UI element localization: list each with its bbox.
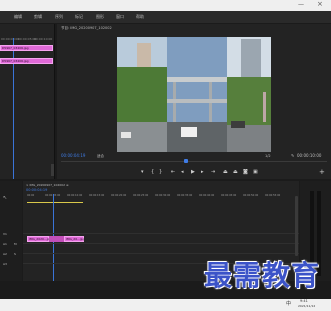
menu-item-graphics[interactable]: 图形 — [96, 15, 104, 19]
program-playhead-marker[interactable] — [184, 159, 188, 163]
add-button-icon[interactable]: + — [319, 169, 325, 176]
ruler-label: 00:00:20:00 — [111, 194, 127, 197]
track-label-a3: A3 — [3, 262, 7, 266]
project-panel: 00:00:00:00 00:00:05:00 00:00:10:00 D596… — [0, 24, 55, 179]
close-icon[interactable]: × — [317, 1, 323, 8]
project-timecode-end: 00:00:10:00 — [34, 37, 53, 41]
step-back-icon[interactable]: ◂ — [181, 170, 184, 175]
project-timecode-start: 00:00:00:00 — [1, 37, 20, 41]
ruler-label: 00:00:10:00 — [67, 194, 83, 197]
video-frame-image — [117, 37, 271, 152]
tools-panel: ↖ V1 A1 A2 A3 M S — [0, 181, 22, 281]
transition-marker[interactable] — [49, 236, 64, 242]
ruler-label: 00:00:40:00 — [199, 194, 215, 197]
menu-bar: 编辑 剪辑 序列 标记 图形 窗口 帮助 — [0, 11, 331, 23]
marker-icon[interactable]: ▾ — [141, 170, 144, 175]
track-label-a2: A2 — [3, 252, 7, 256]
timeline-timecode[interactable]: 00:00:04:19 — [26, 188, 47, 193]
ruler-label: 00:00 — [27, 194, 35, 197]
menu-item-marker[interactable]: 标记 — [75, 15, 83, 19]
watermark-text: 最需教育 — [204, 259, 321, 292]
track-mute-icon[interactable]: M — [14, 243, 17, 246]
taskbar-time: 9:41 — [300, 299, 308, 303]
project-clip[interactable]: D5967_03406.jpg — [0, 58, 53, 64]
track-label-a1: A1 — [3, 242, 7, 246]
track-label-v1: V1 — [3, 232, 7, 236]
watermark: 最需教育 — [200, 258, 330, 300]
minimize-icon[interactable]: — — [298, 2, 304, 8]
ruler-label: 00:00:50:00 — [243, 194, 259, 197]
transport-controls: ▾ { } ⇤ ◂ ▶ ▸ ⇥ ⏏ ⏏ ◙ ▣ + — [57, 168, 331, 178]
program-current-timecode[interactable]: 00:00:04:19 — [61, 154, 85, 158]
lift-icon[interactable]: ⏏ — [223, 170, 228, 175]
menu-item-sequence[interactable]: 序列 — [55, 15, 63, 19]
work-area-bar[interactable] — [27, 202, 83, 203]
ruler-label: 00:00:15:00 — [89, 194, 105, 197]
program-settings-icon[interactable]: ✎ — [291, 154, 294, 158]
in-point-icon[interactable]: { — [151, 170, 154, 175]
program-monitor: 节目: IMG_20200907_102002 00:00:04:19 适合 1… — [57, 24, 331, 179]
timeline-tab[interactable]: × IMG_20200907_102002 ≡ — [26, 184, 68, 187]
taskbar: 中 9:41 2021/11/12 — [0, 299, 331, 311]
ruler-label: 00:00:30:00 — [155, 194, 171, 197]
program-fit-select[interactable]: 适合 — [97, 154, 104, 159]
taskbar-date: 2021/11/12 — [298, 304, 316, 308]
program-scrub-bar[interactable] — [61, 161, 327, 162]
title-bar: — × — [0, 0, 331, 11]
menu-item-clip[interactable]: 剪辑 — [34, 15, 42, 19]
go-to-out-icon[interactable]: ⇥ — [211, 170, 215, 175]
program-total-timecode: 00:00:10:00 — [297, 153, 322, 158]
menu-item-help[interactable]: 帮助 — [136, 15, 144, 19]
go-to-in-icon[interactable]: ⇤ — [171, 170, 175, 175]
menu-item-edit[interactable]: 编辑 — [14, 15, 22, 19]
ruler-label: 00:00:55:00 — [265, 194, 281, 197]
timeline-clip[interactable]: IMG_20...jpg — [64, 236, 85, 242]
timeline-scrollbar[interactable] — [295, 196, 298, 256]
program-ratio-select[interactable]: 1/2 — [265, 154, 271, 159]
ruler-label: 00:00:25:00 — [133, 194, 149, 197]
ruler-label: 00:00:35:00 — [177, 194, 193, 197]
selection-tool-icon[interactable]: ↖ — [3, 196, 7, 201]
timeline-clip[interactable]: IMG_2020...jpg — [27, 236, 51, 242]
track-solo-icon[interactable]: S — [14, 253, 16, 256]
project-clip[interactable]: D5967_03406.jpg — [0, 45, 53, 51]
ime-indicator[interactable]: 中 — [286, 302, 291, 307]
timeline-ruler[interactable]: 00:00 00:00:05:00 00:00:10:00 00:00:15:0… — [23, 194, 299, 202]
video-frame — [117, 37, 271, 152]
extract-icon[interactable]: ⏏ — [233, 170, 238, 175]
comparison-icon[interactable]: ▣ — [253, 170, 258, 175]
track-a1 — [23, 243, 299, 251]
play-icon[interactable]: ▶ — [191, 170, 195, 175]
menu-item-window[interactable]: 窗口 — [116, 15, 124, 19]
export-frame-icon[interactable]: ◙ — [243, 170, 248, 175]
program-monitor-tab[interactable]: 节目: IMG_20200907_102002 — [61, 26, 112, 31]
out-point-icon[interactable]: } — [159, 170, 162, 175]
project-scrollbar[interactable] — [51, 164, 54, 176]
ruler-label: 00:00:45:00 — [221, 194, 237, 197]
step-forward-icon[interactable]: ▸ — [201, 170, 204, 175]
